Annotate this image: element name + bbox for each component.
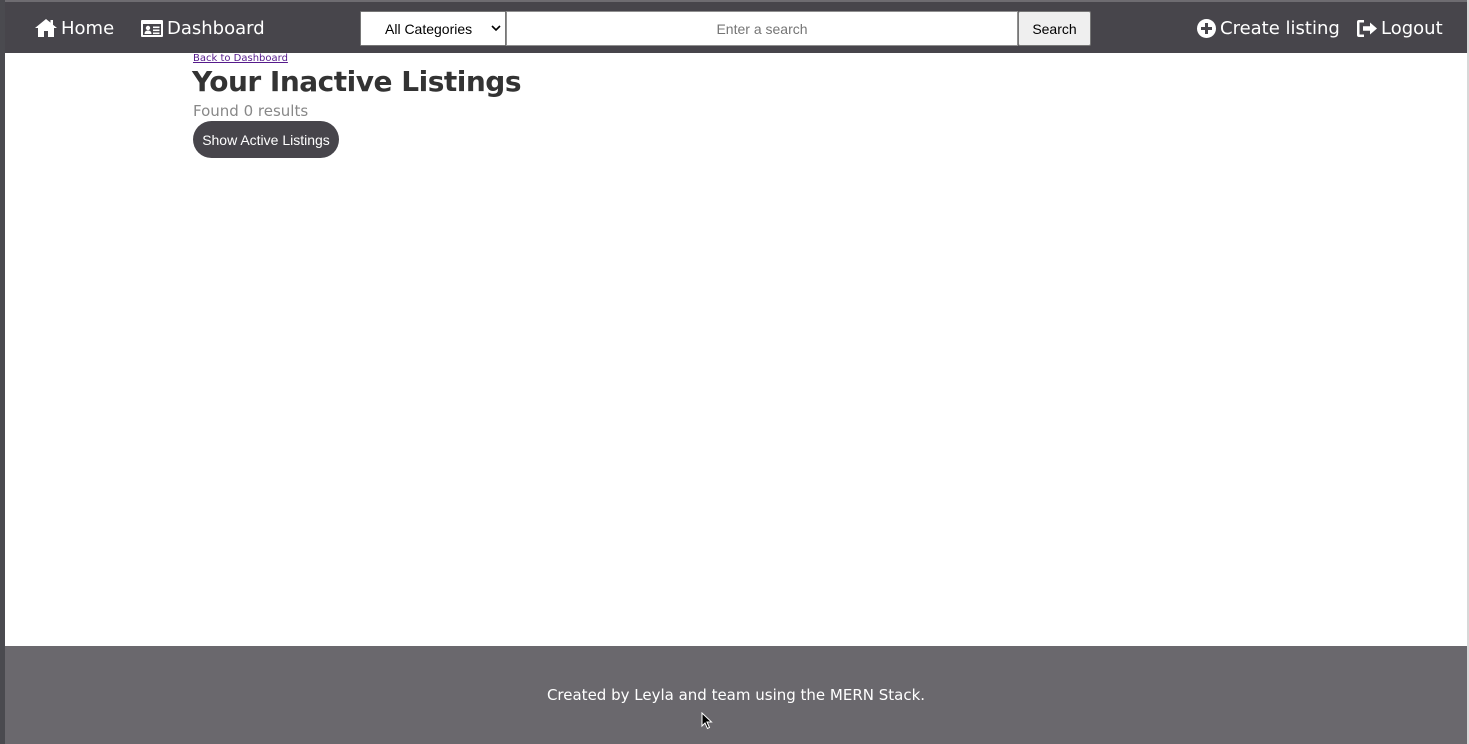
app-window: Home Dashboard All Categories Enter a se… xyxy=(0,0,1469,744)
nav-dashboard-link[interactable]: Dashboard xyxy=(141,16,265,40)
nav-logout-link[interactable]: Logout xyxy=(1357,16,1443,40)
home-icon xyxy=(35,19,57,37)
footer-credit-text: Created by Leyla and team using the MERN… xyxy=(546,686,926,704)
category-select-value: All Categories xyxy=(385,20,473,37)
results-count: Found 0 results xyxy=(193,102,309,120)
page-footer: Created by Leyla and team using the MERN… xyxy=(5,646,1467,744)
search-button-label: Search xyxy=(1032,20,1077,37)
show-active-listings-button[interactable]: Show Active Listings xyxy=(193,121,339,158)
sign-out-icon xyxy=(1357,19,1377,37)
nav-home-link[interactable]: Home xyxy=(35,16,114,40)
chevron-down-icon xyxy=(491,25,501,32)
nav-dashboard-label: Dashboard xyxy=(167,17,265,39)
search-input[interactable]: Enter a search xyxy=(506,11,1018,46)
page-title: Your Inactive Listings xyxy=(192,65,521,98)
search-placeholder: Enter a search xyxy=(716,20,808,37)
plus-circle-icon xyxy=(1197,18,1216,38)
mouse-cursor-icon xyxy=(701,712,713,730)
nav-create-listing-link[interactable]: Create listing xyxy=(1197,16,1340,40)
nav-create-label: Create listing xyxy=(1220,17,1340,39)
show-active-listings-label: Show Active Listings xyxy=(202,131,330,148)
category-select[interactable]: All Categories xyxy=(360,11,506,46)
id-card-icon xyxy=(141,19,163,37)
nav-home-label: Home xyxy=(61,17,115,39)
search-button[interactable]: Search xyxy=(1018,11,1091,46)
top-navbar: Home Dashboard All Categories Enter a se… xyxy=(5,0,1467,53)
nav-logout-label: Logout xyxy=(1381,17,1443,39)
back-to-dashboard-link[interactable]: Back to Dashboard xyxy=(193,53,288,64)
